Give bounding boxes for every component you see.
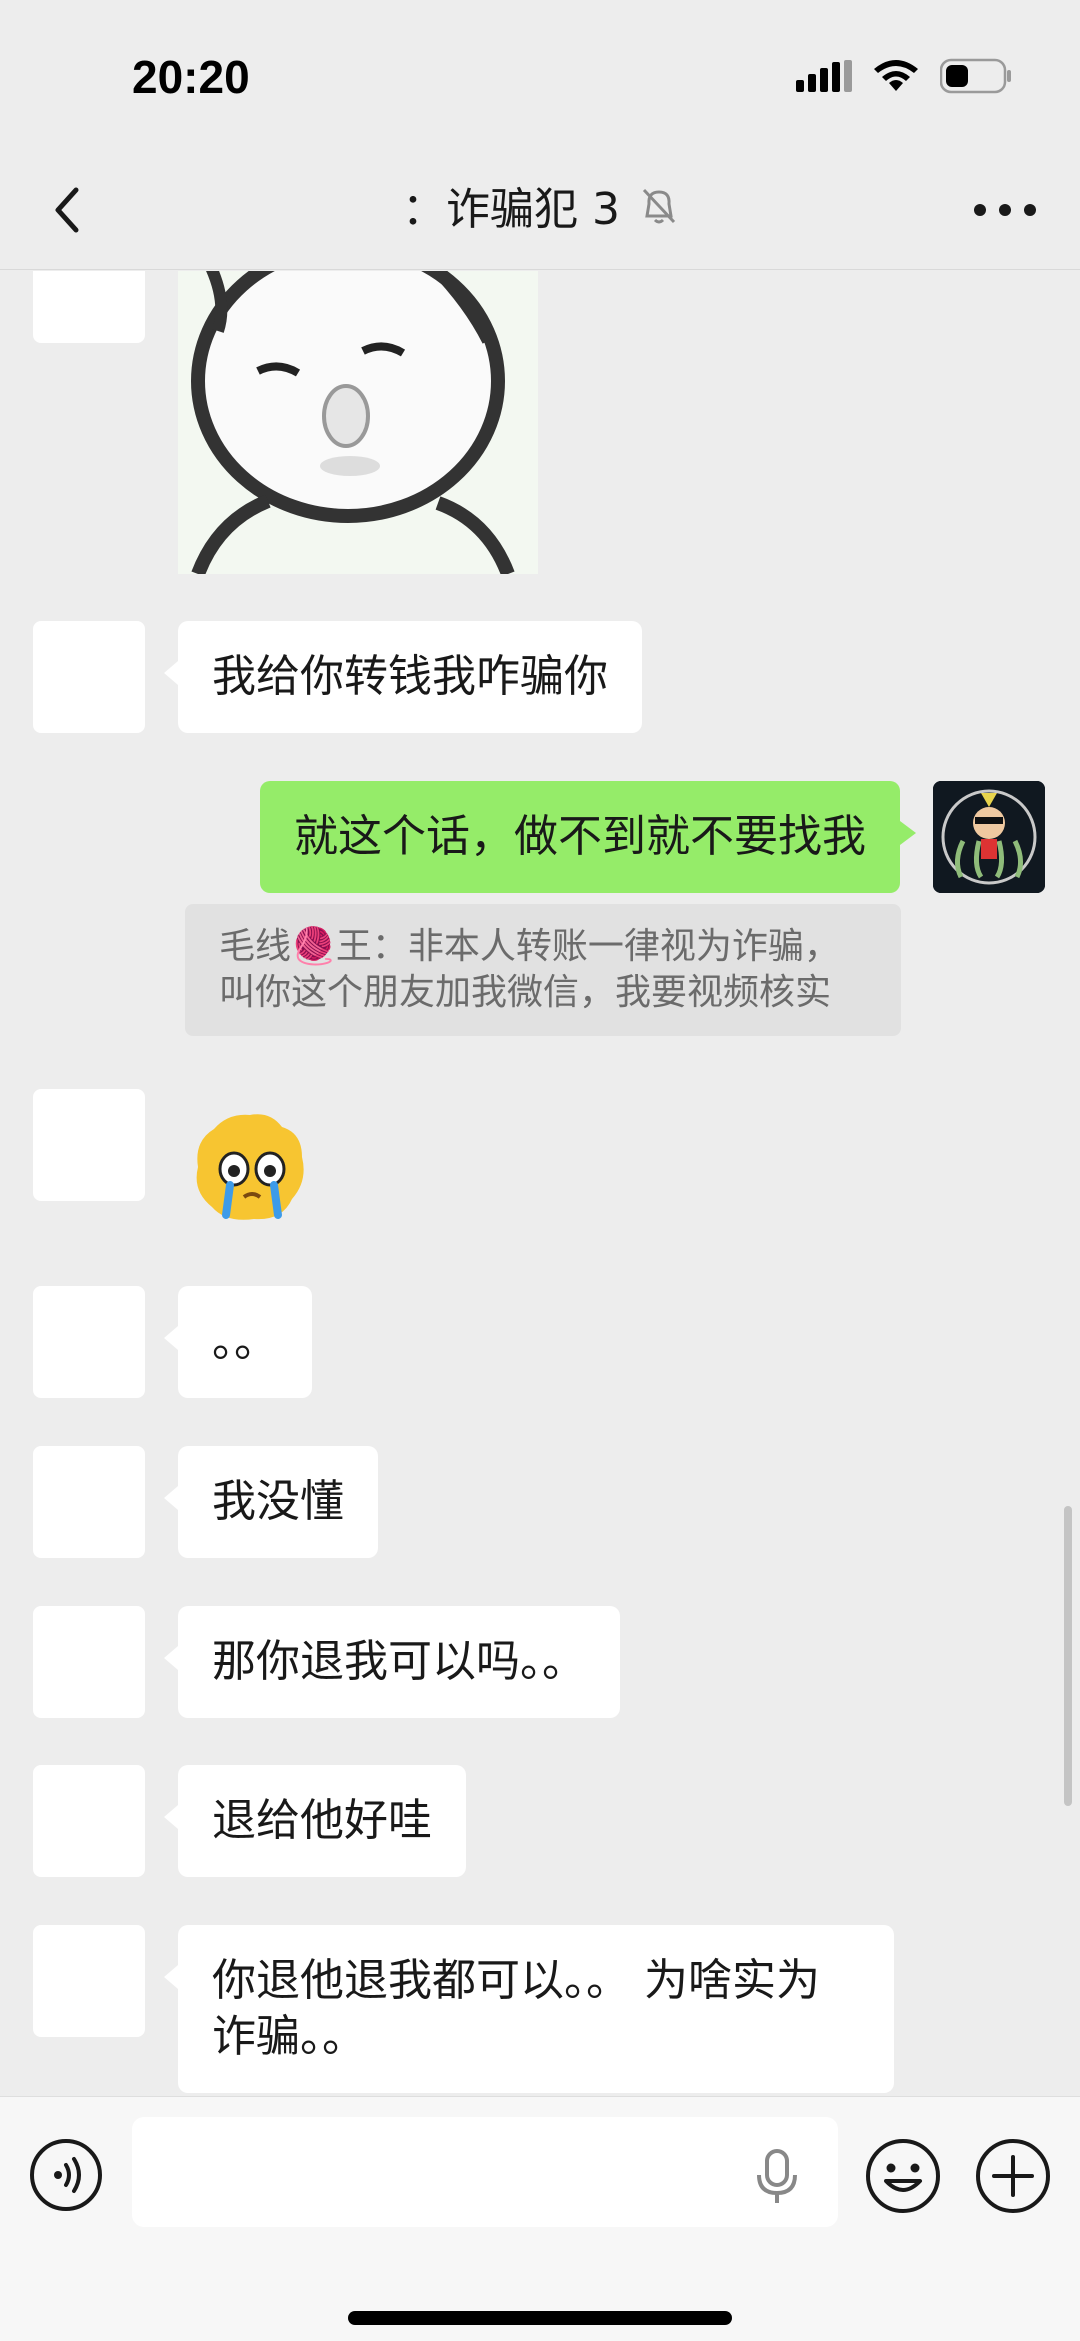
- wifi-icon: [874, 60, 918, 91]
- chat-scrollbar[interactable]: [1064, 1506, 1072, 1806]
- message-line-1: 你退他退我都可以。。 为啥实为: [212, 1955, 820, 2006]
- status-icons: [796, 58, 1012, 94]
- message-bubble[interactable]: 我给你转钱我咋骗你: [164, 621, 642, 733]
- message-line-2: 诈骗。。: [212, 2011, 366, 2062]
- message-bubble[interactable]: 。。: [164, 1286, 312, 1398]
- bell-slash-icon: [640, 182, 678, 242]
- octopus-avatar-image: [933, 781, 1045, 893]
- quote-line-1: 毛线🧶王：非本人转账一律视为诈骗，: [219, 926, 840, 967]
- more-button[interactable]: [970, 190, 1040, 230]
- signal-icon: [796, 60, 852, 92]
- chat-header: ：诈骗犯 3: [0, 150, 1080, 270]
- voice-icon: [30, 2139, 102, 2211]
- message-bubble[interactable]: 你退他退我都可以。。 为啥实为 诈骗。。: [164, 1925, 894, 2093]
- battery-icon: [940, 58, 1011, 94]
- my-avatar[interactable]: [933, 781, 1045, 893]
- contact-avatar[interactable]: [33, 1446, 145, 1558]
- contact-avatar[interactable]: [33, 1089, 145, 1201]
- message-input[interactable]: [132, 2117, 838, 2227]
- input-bar: [0, 2096, 1080, 2341]
- message-bubble[interactable]: 退给他好哇: [164, 1765, 466, 1877]
- voice-button[interactable]: [28, 2137, 104, 2213]
- contact-avatar[interactable]: [33, 621, 145, 733]
- chat-message-list[interactable]: 我给你转钱我咋骗你 就这个话，做不到就不要找我 毛线🧶王：非本人转账一律视为诈骗…: [0, 271, 1080, 2096]
- message-bubble[interactable]: 我没懂: [164, 1446, 378, 1558]
- emoji-button[interactable]: [864, 2137, 942, 2215]
- chat-title-text: ：诈骗犯 3: [402, 184, 620, 235]
- quote-line-2: 叫你这个朋友加我微信，我要视频核实: [219, 972, 832, 1013]
- cartoon-face-image: [178, 271, 538, 574]
- message-bubble[interactable]: 那你退我可以吗。。: [164, 1606, 620, 1718]
- crying-face-emoji[interactable]: [190, 1107, 310, 1227]
- quoted-message[interactable]: 毛线🧶王：非本人转账一律视为诈骗， 叫你这个朋友加我微信，我要视频核实: [185, 904, 901, 1036]
- contact-avatar[interactable]: [33, 1286, 145, 1398]
- contact-avatar[interactable]: [33, 1765, 145, 1877]
- status-time: 20:20: [132, 51, 250, 103]
- contact-avatar[interactable]: [33, 271, 145, 343]
- microphone-button[interactable]: [752, 2147, 802, 2207]
- chat-title: ：诈骗犯 3: [0, 180, 1080, 242]
- more-dots-icon: [974, 204, 1036, 216]
- more-functions-button[interactable]: [974, 2137, 1052, 2215]
- status-bar: 20:20: [0, 0, 1080, 150]
- contact-avatar[interactable]: [33, 1606, 145, 1718]
- my-message-bubble[interactable]: 就这个话，做不到就不要找我: [260, 781, 916, 893]
- microphone-icon: [757, 2149, 797, 2203]
- contact-avatar[interactable]: [33, 1925, 145, 2037]
- plus-icon: [976, 2139, 1050, 2213]
- emoji-icon: [866, 2139, 940, 2213]
- home-indicator[interactable]: [348, 2311, 732, 2325]
- sticker-image[interactable]: [178, 271, 538, 574]
